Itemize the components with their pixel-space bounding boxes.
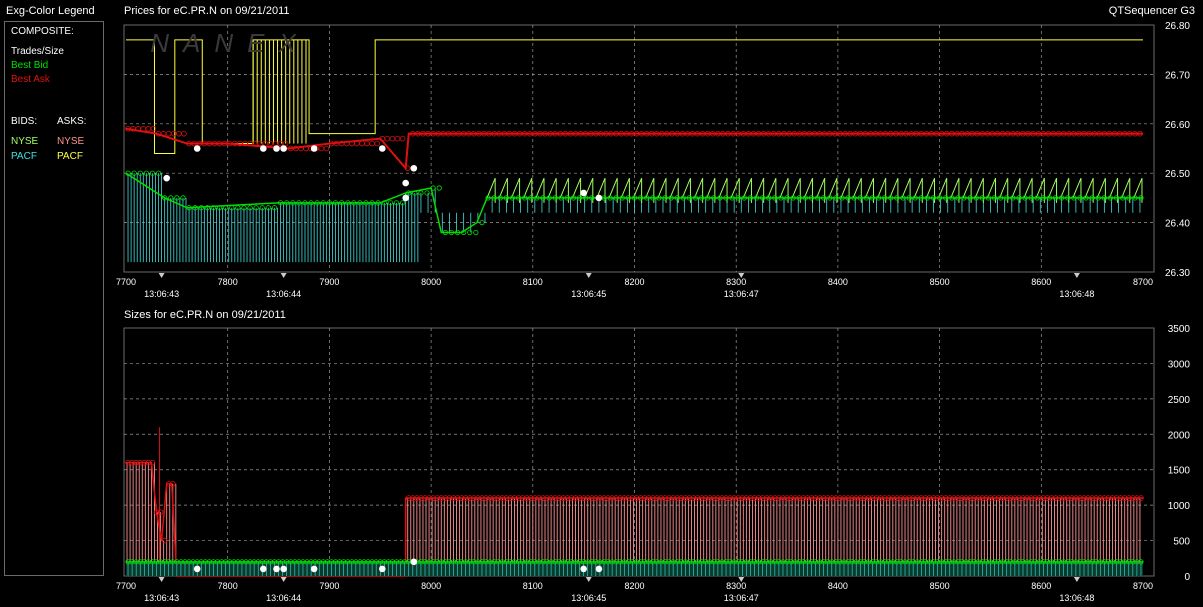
trade-point — [280, 145, 287, 152]
y-tick-label: 0 — [1184, 572, 1190, 583]
time-tick-label: 13:06:48 — [1059, 289, 1094, 299]
y-tick-label: 2500 — [1168, 395, 1191, 406]
x-tick-label: 8000 — [421, 277, 441, 287]
trade-point — [580, 189, 587, 197]
trade-point — [310, 565, 318, 573]
trade-point — [402, 194, 409, 202]
x-tick-label: 7800 — [218, 581, 238, 591]
trade-point — [410, 558, 418, 566]
price-chart — [123, 24, 1155, 278]
x-tick-label: 8000 — [421, 581, 441, 591]
trade-point — [402, 179, 409, 187]
x-tick-label: 8400 — [828, 581, 848, 591]
trade-point — [378, 145, 386, 152]
trade-point — [273, 145, 280, 152]
trade-point — [259, 145, 267, 152]
x-tick-label: 7700 — [116, 581, 136, 591]
trade-point — [280, 565, 287, 573]
x-tick-label: 8200 — [624, 581, 644, 591]
x-tick-label: 7900 — [319, 581, 339, 591]
time-marker — [280, 273, 287, 278]
y-tick-label: 26.30 — [1165, 268, 1190, 279]
y-tick-label: 26.50 — [1165, 169, 1190, 180]
y-tick-label: 26.80 — [1165, 21, 1190, 32]
time-tick-label: 13:06:44 — [266, 289, 301, 299]
time-tick-label: 13:06:44 — [266, 593, 301, 603]
time-tick-label: 13:06:48 — [1059, 593, 1094, 603]
trade-point — [193, 565, 201, 573]
y-tick-label: 500 — [1173, 537, 1190, 548]
trade-point — [410, 164, 418, 172]
x-tick-label: 8300 — [726, 277, 746, 287]
x-tick-label: 8500 — [930, 277, 950, 287]
time-marker — [585, 577, 592, 582]
x-tick-label: 8100 — [523, 277, 543, 287]
time-tick-label: 13:06:47 — [724, 593, 759, 603]
time-tick-label: 13:06:43 — [144, 593, 179, 603]
y-tick-label: 3000 — [1168, 359, 1191, 370]
y-tick-label: 3500 — [1168, 324, 1191, 335]
x-tick-label: 8300 — [726, 581, 746, 591]
trade-point — [378, 565, 386, 573]
y-tick-label: 2000 — [1168, 430, 1191, 441]
trade-point — [273, 565, 280, 573]
trade-point — [595, 194, 603, 202]
x-tick-label: 8600 — [1031, 277, 1051, 287]
trade-point — [259, 565, 267, 573]
time-marker — [1073, 577, 1080, 582]
time-tick-label: 13:06:47 — [724, 289, 759, 299]
y-tick-label: 26.70 — [1165, 70, 1190, 81]
time-tick-label: 13:06:45 — [571, 289, 606, 299]
x-tick-label: 8400 — [828, 277, 848, 287]
x-tick-label: 7800 — [218, 277, 238, 287]
x-tick-label: 8700 — [1133, 277, 1153, 287]
trade-point — [580, 565, 587, 573]
trade-point — [595, 565, 603, 573]
time-marker — [158, 273, 165, 278]
trade-point — [310, 145, 318, 152]
charts-canvas: 7700 7800 7900 8000 8100 8200 8300 8400 8500 8600… — [116, 21, 1191, 603]
y-tick-label: 26.40 — [1165, 219, 1190, 230]
y-tick-label: 1500 — [1168, 466, 1191, 477]
time-marker — [280, 577, 287, 582]
x-tick-label: 8500 — [930, 581, 950, 591]
time-marker — [1073, 273, 1080, 278]
time-marker — [158, 577, 165, 582]
watermark: NANEX — [150, 28, 310, 58]
y-tick-label: 1000 — [1168, 501, 1191, 512]
x-tick-label: 8600 — [1031, 581, 1051, 591]
time-marker — [585, 273, 592, 278]
x-tick-label: 7900 — [319, 277, 339, 287]
trade-point — [193, 145, 201, 152]
y-tick-label: 26.60 — [1165, 120, 1190, 131]
time-tick-label: 13:06:43 — [144, 289, 179, 299]
x-tick-label: 8200 — [624, 277, 644, 287]
size-chart — [123, 327, 1155, 582]
time-tick-label: 13:06:45 — [571, 593, 606, 603]
x-tick-label: 8700 — [1133, 581, 1153, 591]
trade-point — [163, 174, 170, 182]
x-tick-label: 7700 — [116, 277, 136, 287]
x-tick-label: 8100 — [523, 581, 543, 591]
